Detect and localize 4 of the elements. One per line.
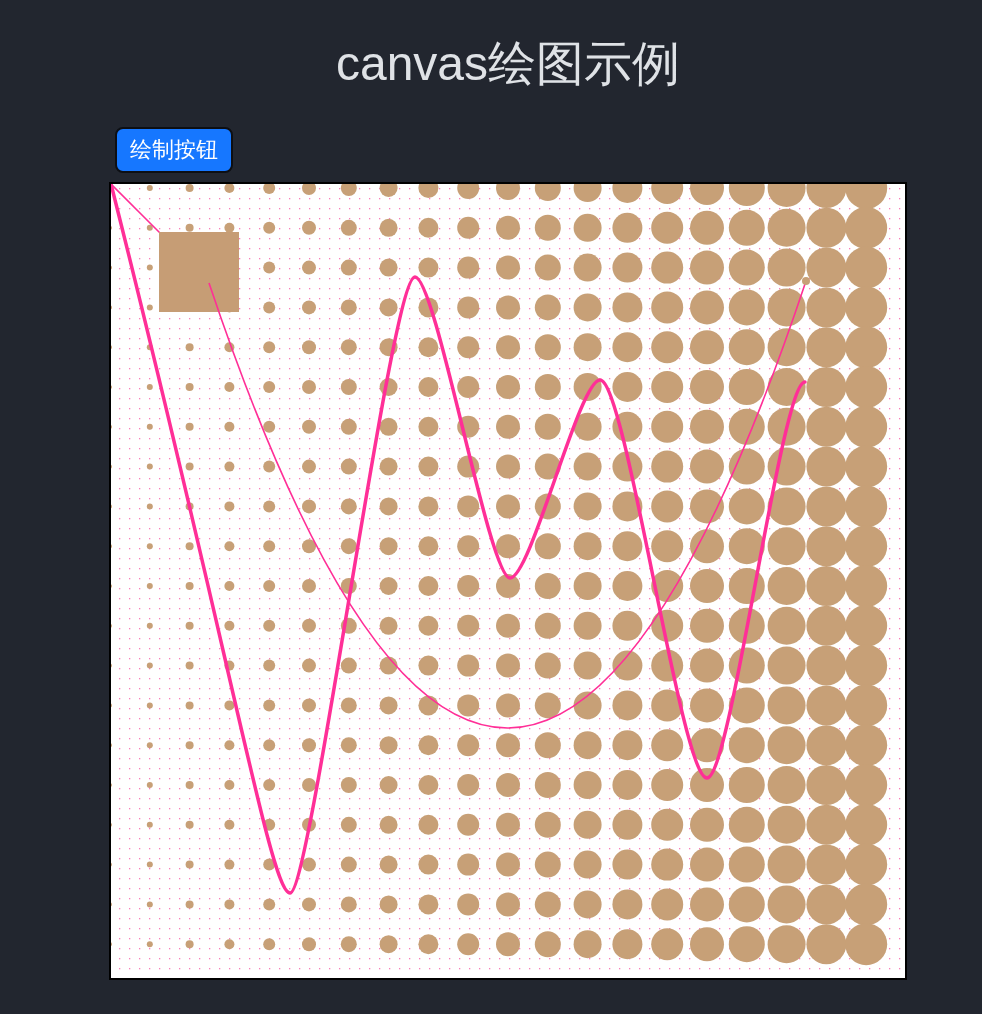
endpoint-dot xyxy=(802,277,810,285)
page-title: canvas绘图示例 xyxy=(335,36,681,92)
draw-button[interactable]: 绘制按钮 xyxy=(115,127,233,173)
thin-line xyxy=(111,184,161,234)
